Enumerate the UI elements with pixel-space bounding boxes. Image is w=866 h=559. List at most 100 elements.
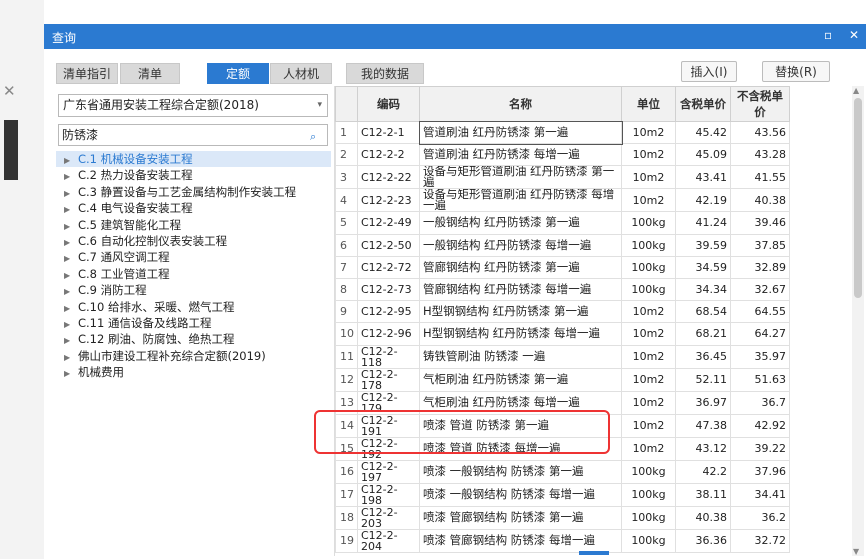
row-index: 8 [335, 277, 358, 302]
table-row[interactable]: 6 C12-2-50 一般钢结构 红丹防锈漆 每增一遍 100kg 39.59 37.85 [335, 233, 790, 257]
row-price-notax: 40.38 [730, 188, 790, 213]
row-unit: 10m2 [621, 390, 676, 415]
tab-bill[interactable]: 清单 [120, 63, 180, 84]
row-index: 11 [335, 344, 358, 369]
row-unit: 10m2 [621, 436, 676, 461]
row-index: 7 [335, 255, 358, 279]
row-price-tax: 45.09 [675, 143, 731, 167]
row-name: H型钢钢结构 红丹防锈漆 第一遍 [419, 300, 622, 324]
row-name: 一般钢结构 红丹防锈漆 每增一遍 [419, 233, 622, 257]
row-price-notax: 35.97 [730, 344, 790, 369]
table-row[interactable]: 10 C12-2-96 H型钢钢结构 红丹防锈漆 每增一遍 10m2 68.21 64.2… [335, 322, 790, 346]
vertical-scrollbar[interactable]: ▲ ▼ [852, 86, 864, 556]
chevron-down-icon: ▾ [317, 100, 322, 110]
table-row[interactable]: 17 C12-2-198 喷漆 一般钢结构 防锈漆 每增一遍 100kg 38.11 34… [335, 482, 790, 507]
side-label-block [4, 120, 18, 180]
quota-tree: ▶ C.1 机械设备安装工程 ▶ C.2 热力设备安装工程 ▶ C.3 静置设备与工艺… [56, 151, 331, 380]
table-row[interactable]: 12 C12-2-178 气柜刷油 红丹防锈漆 第一遍 10m2 52.11 51.63 [335, 367, 790, 392]
col-header-price-notax[interactable]: 不含税单价 [730, 86, 790, 122]
row-index: 4 [335, 188, 358, 213]
row-code: C12-2-203 [357, 505, 420, 530]
row-price-notax: 34.41 [730, 482, 790, 507]
tree-node[interactable]: ▶ C.6 自动化控制仪表安装工程 [56, 233, 331, 249]
replace-button[interactable]: 替换(R) [762, 61, 830, 82]
left-panel: 广东省通用安装工程综合定额(2018) ▾ 防锈漆 ⌕ ▶ C.1 机械设备安装工… [56, 88, 331, 558]
tree-node[interactable]: ▶ C.7 通风空调工程 [56, 249, 331, 265]
row-price-notax: 64.27 [730, 322, 790, 346]
table-row[interactable]: 11 C12-2-118 铸铁管刷油 防锈漆 一遍 10m2 36.45 35.97 [335, 344, 790, 369]
scroll-down-icon[interactable]: ▼ [853, 547, 859, 556]
tab-labor-material-machine[interactable]: 人材机 [270, 63, 332, 84]
row-price-tax: 43.12 [675, 436, 731, 461]
row-name: 气柜刷油 红丹防锈漆 第一遍 [419, 367, 622, 392]
scroll-thumb[interactable] [854, 98, 862, 298]
scroll-indicator [579, 551, 609, 555]
row-code: C12-2-50 [357, 233, 420, 257]
restore-icon[interactable]: ▫ [824, 28, 832, 42]
row-code: C12-2-178 [357, 367, 420, 392]
row-unit: 10m2 [621, 344, 676, 369]
row-name: 设备与矩形管道刷油 红丹防锈漆 每增一遍 [419, 188, 622, 213]
close-window-icon[interactable]: ✕ [849, 28, 859, 42]
table-header-row: 编码 名称 单位 含税单价 不含税单价 [335, 86, 790, 122]
tree-node[interactable]: ▶ C.5 建筑智能化工程 [56, 217, 331, 233]
tree-node[interactable]: ▶ C.12 刷油、防腐蚀、绝热工程 [56, 331, 331, 347]
table-row[interactable]: 18 C12-2-203 喷漆 管廊钢结构 防锈漆 第一遍 100kg 40.38 36.… [335, 505, 790, 530]
background-side-panel: ✕ [0, 0, 44, 559]
tree-node[interactable]: ▶ C.8 工业管道工程 [56, 266, 331, 282]
tree-node[interactable]: ▶ 佛山市建设工程补充综合定额(2019) [56, 348, 331, 364]
row-price-tax: 41.24 [675, 211, 731, 235]
table-row[interactable]: 16 C12-2-197 喷漆 一般钢结构 防锈漆 第一遍 100kg 42.2 37.9… [335, 459, 790, 484]
tree-node[interactable]: ▶ C.11 通信设备及线路工程 [56, 315, 331, 331]
table-row[interactable]: 2 C12-2-2 管道刷油 红丹防锈漆 每增一遍 10m2 45.09 43.28 [335, 143, 790, 167]
table-row[interactable]: 7 C12-2-72 管廊钢结构 红丹防锈漆 第一遍 100kg 34.59 32.89 [335, 255, 790, 279]
row-name: 管道刷油 红丹防锈漆 第一遍 [418, 120, 623, 145]
row-unit: 100kg [621, 211, 676, 235]
row-index: 10 [335, 322, 358, 346]
tree-node[interactable]: ▶ C.10 给排水、采暖、燃气工程 [56, 299, 331, 315]
tree-node[interactable]: ▶ C.4 电气设备安装工程 [56, 200, 331, 216]
row-code: C12-2-2 [357, 143, 420, 167]
quota-table: 编码 名称 单位 含税单价 不含税单价 1 C12-2-1 管道刷油 红丹防锈漆 第… [334, 86, 835, 556]
table-row[interactable]: 5 C12-2-49 一般钢结构 红丹防锈漆 第一遍 100kg 41.24 39.46 [335, 211, 790, 235]
row-unit: 100kg [621, 233, 676, 257]
search-icon[interactable]: ⌕ [310, 127, 322, 143]
row-price-tax: 42.2 [675, 459, 731, 484]
table-row[interactable]: 9 C12-2-95 H型钢钢结构 红丹防锈漆 第一遍 10m2 68.54 64.55 [335, 300, 790, 324]
row-price-notax: 32.72 [730, 528, 790, 553]
scroll-up-icon[interactable]: ▲ [853, 86, 859, 95]
tab-my-data[interactable]: 我的数据 [346, 63, 424, 84]
row-code: C12-2-49 [357, 211, 420, 235]
row-code: C12-2-96 [357, 322, 420, 346]
search-input[interactable]: 防锈漆 ⌕ [58, 124, 328, 146]
table-row[interactable]: 1 C12-2-1 管道刷油 红丹防锈漆 第一遍 10m2 45.42 43.56 [335, 120, 790, 145]
tree-node[interactable]: ▶ C.9 消防工程 [56, 282, 331, 298]
row-code: C12-2-198 [357, 482, 420, 507]
row-name: 喷漆 一般钢结构 防锈漆 每增一遍 [419, 482, 622, 507]
close-icon[interactable]: ✕ [3, 82, 16, 100]
tree-node[interactable]: ▶ C.3 静置设备与工艺金属结构制作安装工程 [56, 184, 331, 200]
row-price-notax: 36.7 [730, 390, 790, 415]
tab-bill-guide[interactable]: 清单指引 [56, 63, 118, 84]
tree-node[interactable]: ▶ C.1 机械设备安装工程 [56, 151, 331, 168]
row-price-tax: 68.21 [675, 322, 731, 346]
row-index: 12 [335, 367, 358, 392]
tree-node[interactable]: ▶ C.2 热力设备安装工程 [56, 167, 331, 183]
tab-quota[interactable]: 定额 [207, 63, 269, 84]
row-price-notax: 64.55 [730, 300, 790, 324]
col-header-unit[interactable]: 单位 [621, 86, 676, 122]
tree-node[interactable]: ▶ 机械费用 [56, 364, 331, 380]
col-header-name[interactable]: 名称 [419, 86, 622, 122]
table-row[interactable]: 3 C12-2-22 设备与矩形管道刷油 红丹防锈漆 第一遍 10m2 43.41 41.… [335, 165, 790, 190]
col-header-price-tax[interactable]: 含税单价 [675, 86, 731, 122]
library-select[interactable]: 广东省通用安装工程综合定额(2018) ▾ [58, 94, 328, 117]
caret-right-icon: ▶ [64, 369, 71, 379]
table-row[interactable]: 8 C12-2-73 管廊钢结构 红丹防锈漆 每增一遍 100kg 34.34 32.67 [335, 277, 790, 302]
col-header-code[interactable]: 编码 [357, 86, 420, 122]
table-row[interactable]: 19 C12-2-204 喷漆 管廊钢结构 防锈漆 每增一遍 100kg 36.36 32… [335, 528, 790, 553]
table-row[interactable]: 4 C12-2-23 设备与矩形管道刷油 红丹防锈漆 每增一遍 10m2 42.19 40… [335, 188, 790, 213]
row-unit: 10m2 [621, 120, 676, 145]
insert-button[interactable]: 插入(I) [681, 61, 737, 82]
row-price-notax: 36.2 [730, 505, 790, 530]
row-price-notax: 43.28 [730, 143, 790, 167]
